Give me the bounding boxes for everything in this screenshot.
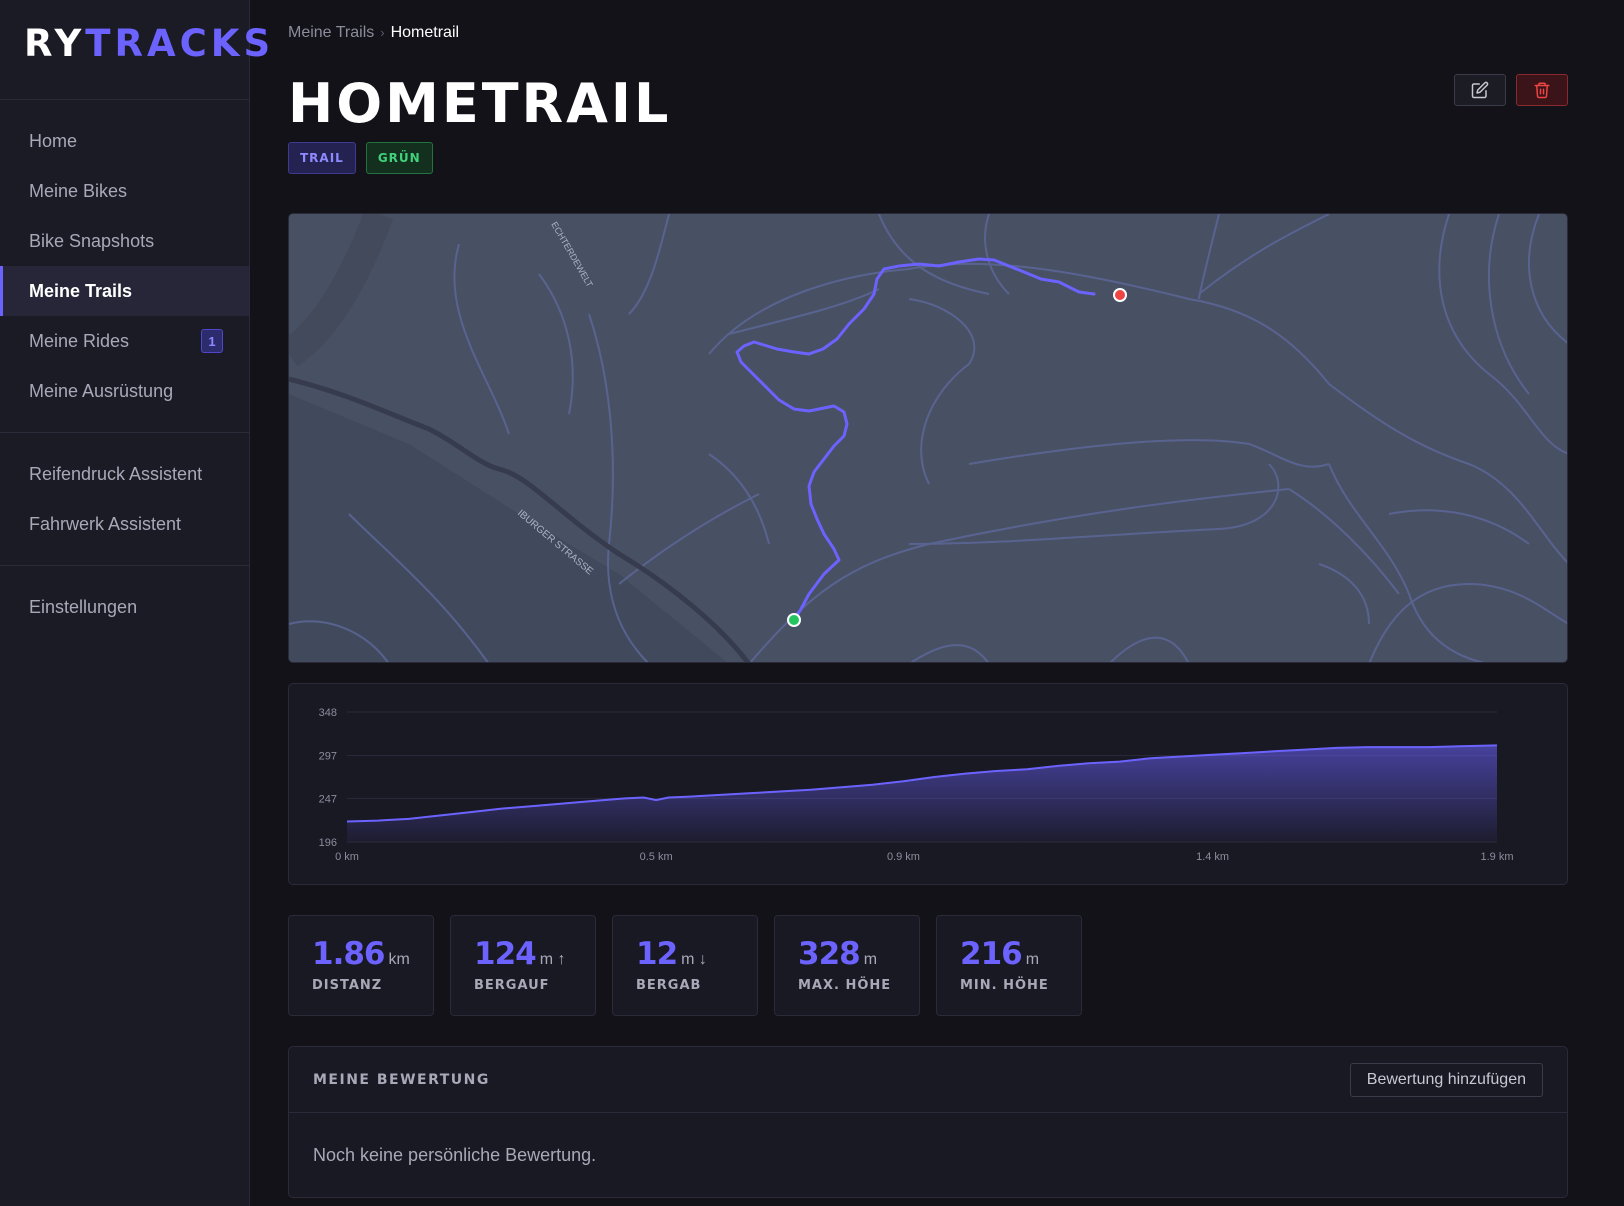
x-tick-label: 0.9 km: [887, 851, 920, 863]
y-tick-label: 348: [319, 707, 337, 719]
rating-header: MEINE BEWERTUNG Bewertung hinzufügen: [289, 1047, 1567, 1113]
elevation-chart: 348 297 247 196 0 km 0.5 km 0.9 km 1.4 km 1.9 km: [319, 707, 1514, 863]
add-rating-button[interactable]: Bewertung hinzufügen: [1349, 1062, 1543, 1097]
sidebar-item-label: Meine Ausrüstung: [29, 380, 174, 401]
sidebar-item-label: Bike Snapshots: [29, 230, 155, 251]
stat-label: DISTANZ: [312, 978, 383, 993]
stat-label: MIN. HÖHE: [960, 978, 1049, 993]
stat-value: 1.86: [312, 936, 385, 972]
sidebar-item-meine-trails[interactable]: Meine Trails: [0, 266, 249, 316]
trail-map[interactable]: IBURGER STRASSE ECHTERDEWELT: [288, 213, 1568, 663]
x-tick-label: 1.9 km: [1480, 851, 1513, 863]
stat-unit: m: [863, 951, 878, 968]
stat-label: MAX. HÖHE: [798, 978, 892, 993]
y-tick-label: 247: [319, 793, 337, 805]
end-marker[interactable]: [1113, 288, 1127, 302]
page-title: HOMETRAIL: [288, 72, 672, 135]
sidebar-item-label: Meine Bikes: [29, 180, 128, 201]
stat-value: 328: [798, 936, 861, 972]
stat-unit: m ↓: [681, 951, 707, 968]
breadcrumb-separator: ›: [380, 25, 385, 40]
brand-logo-part1: RY: [24, 22, 86, 65]
sidebar-item-label: Home: [29, 130, 78, 151]
breadcrumb-parent-link[interactable]: Meine Trails: [288, 24, 374, 41]
sidebar-item-meine-rides[interactable]: Meine Rides 1: [0, 316, 249, 366]
nav-group: Einstellungen: [0, 566, 249, 648]
delete-button[interactable]: [1516, 74, 1568, 106]
stat-unit: km: [388, 951, 410, 968]
tag-list: TRAIL GRÜN: [288, 142, 671, 174]
x-tick-label: 1.4 km: [1196, 851, 1229, 863]
rating-panel: MEINE BEWERTUNG Bewertung hinzufügen Noc…: [288, 1046, 1568, 1198]
edit-button[interactable]: [1454, 74, 1506, 106]
breadcrumb-current: Hometrail: [390, 24, 460, 41]
sidebar-item-reifendruck-assistent[interactable]: Reifendruck Assistent: [0, 449, 249, 499]
sidebar-item-meine-bikes[interactable]: Meine Bikes: [0, 166, 249, 216]
stats-row: 1.86 km DISTANZ 124 m ↑ BERGAUF 12 m ↓ BERGAB 328…: [288, 915, 1568, 1016]
elevation-area: [347, 745, 1497, 842]
sidebar-item-home[interactable]: Home: [0, 116, 249, 166]
page-actions: [1454, 74, 1568, 106]
sidebar: RYTRACKS Home Meine Bikes Bike Snapshots Me…: [0, 0, 270, 1206]
sidebar-nav: Home Meine Bikes Bike Snapshots Meine Trail…: [0, 100, 249, 648]
nav-group: Reifendruck Assistent Fahrwerk Assistent: [0, 433, 249, 566]
stat-card-distanz: 1.86 km DISTANZ: [288, 915, 434, 1016]
stat-card-bergab: 12 m ↓ BERGAB: [612, 915, 758, 1016]
stat-card-min-höhe: 216 m MIN. HÖHE: [936, 915, 1082, 1016]
trail-map-canvas: IBURGER STRASSE ECHTERDEWELT: [289, 214, 1567, 662]
x-tick-label: 0.5 km: [640, 851, 673, 863]
x-tick-label: 0 km: [335, 851, 359, 863]
count-badge: 1: [201, 329, 223, 353]
trash-icon: [1534, 82, 1550, 99]
tag-gruen: GRÜN: [365, 142, 433, 174]
sidebar-item-label: Meine Trails: [29, 280, 133, 301]
rating-empty-text: Noch keine persönliche Bewertung.: [313, 1145, 597, 1165]
y-tick-label: 297: [319, 751, 337, 763]
rating-title: MEINE BEWERTUNG: [313, 1071, 490, 1088]
stat-unit: m ↑: [539, 951, 566, 968]
brand-logo[interactable]: RYTRACKS: [0, 0, 270, 100]
sidebar-item-fahrwerk-assistent[interactable]: Fahrwerk Assistent: [0, 499, 249, 549]
title-row: HOMETRAIL TRAIL GRÜN: [288, 72, 1568, 174]
sidebar-item-label: Meine Rides: [29, 330, 130, 351]
main-content: Meine Trails › Hometrail HOMETRAIL TRAIL GR…: [250, 0, 1624, 1206]
elevation-profile[interactable]: 348 297 247 196 0 km 0.5 km 0.9 km 1.4 km 1.9 km: [288, 683, 1568, 885]
y-tick-label: 196: [319, 837, 337, 849]
sidebar-item-label: Reifendruck Assistent: [29, 463, 203, 484]
stat-card-max-höhe: 328 m MAX. HÖHE: [774, 915, 920, 1016]
breadcrumb: Meine Trails › Hometrail: [288, 24, 1568, 48]
stat-label: BERGAUF: [474, 978, 550, 993]
edit-icon: [1471, 81, 1489, 99]
brand-logo-part2: TRACKS: [85, 22, 275, 65]
stat-unit: m: [1025, 951, 1040, 968]
tag-trail: TRAIL: [288, 142, 356, 174]
stat-value: 216: [960, 936, 1023, 972]
stat-value: 12: [636, 936, 678, 972]
sidebar-item-bike-snapshots[interactable]: Bike Snapshots: [0, 216, 249, 266]
stat-label: BERGAB: [636, 978, 702, 993]
start-marker[interactable]: [787, 613, 801, 627]
sidebar-item-meine-ausrüstung[interactable]: Meine Ausrüstung: [0, 366, 249, 416]
stat-card-bergauf: 124 m ↑ BERGAUF: [450, 915, 596, 1016]
sidebar-item-einstellungen[interactable]: Einstellungen: [0, 582, 249, 632]
stat-value: 124: [474, 936, 537, 972]
nav-group: Home Meine Bikes Bike Snapshots Meine Trail…: [0, 100, 249, 433]
sidebar-item-label: Einstellungen: [29, 596, 138, 617]
sidebar-item-label: Fahrwerk Assistent: [29, 513, 182, 534]
